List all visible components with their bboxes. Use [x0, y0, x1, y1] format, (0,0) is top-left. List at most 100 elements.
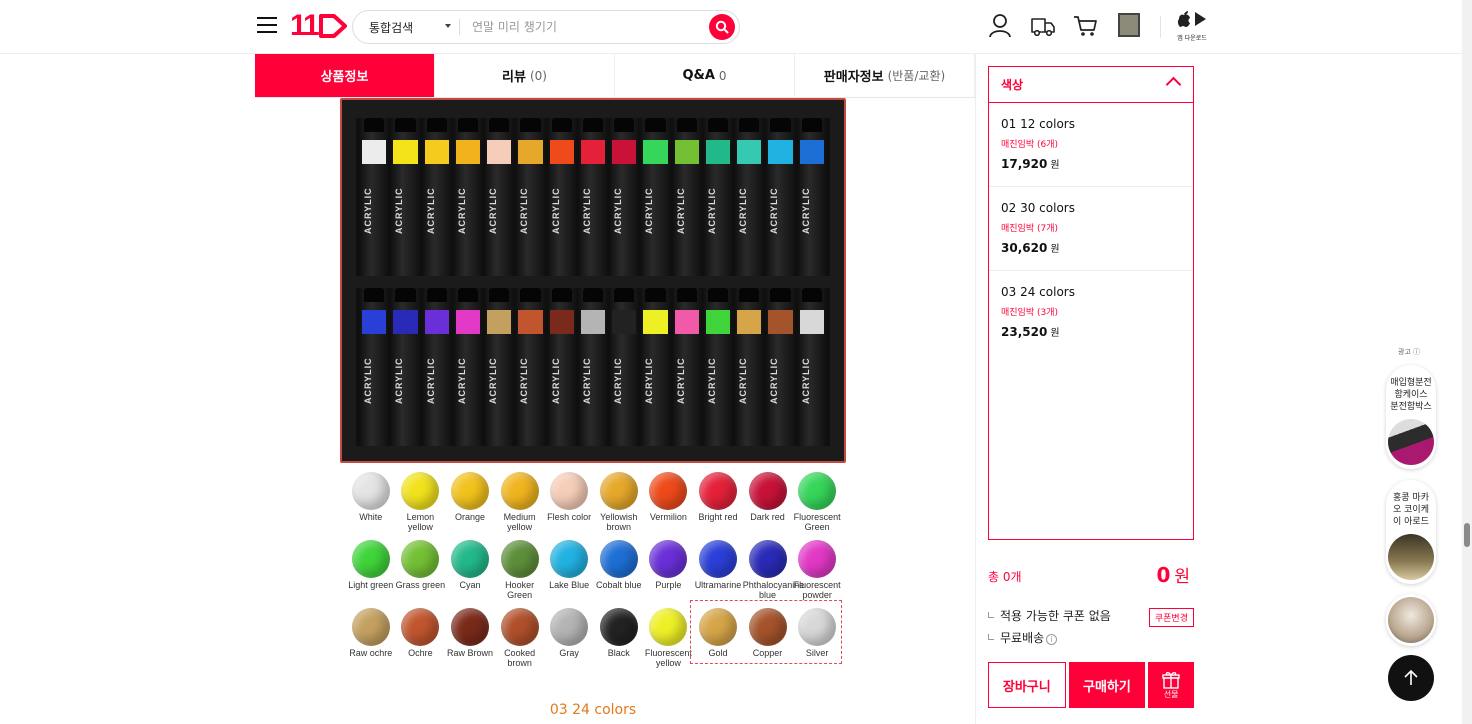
- cart-icon[interactable]: [1073, 13, 1099, 39]
- paint-tube: ACRYLIC: [766, 288, 795, 446]
- tab-review[interactable]: 리뷰 (0): [435, 54, 615, 97]
- option-stock: 매진임박 (3개): [1001, 308, 1059, 318]
- tube-cap: [364, 118, 385, 132]
- paint-tube: ACRYLIC: [391, 118, 420, 276]
- tube-color-band: [580, 310, 606, 334]
- tube-label: ACRYLIC: [488, 357, 499, 405]
- tube-color-band: [518, 310, 543, 334]
- color-swatch: Lake Blue: [544, 538, 594, 602]
- swatch-name: Gray: [559, 648, 579, 658]
- tube-color-band: [674, 140, 699, 164]
- tube-cap: [676, 288, 697, 302]
- paint-tube: ACRYLIC: [735, 288, 764, 446]
- tube-color-band: [643, 140, 668, 164]
- paint-tube: ACRYLIC: [672, 288, 701, 446]
- total-count: 총 0개: [988, 570, 1022, 584]
- swatch-name: Cooked brown: [504, 648, 536, 668]
- menu-icon[interactable]: [257, 17, 277, 35]
- search-category-select[interactable]: 통합검색: [353, 19, 459, 36]
- search-button[interactable]: [709, 14, 735, 40]
- tube-label: ACRYLIC: [425, 357, 436, 405]
- site-logo[interactable]: 11: [290, 9, 348, 42]
- tab-product-info[interactable]: 상품정보: [255, 54, 435, 97]
- add-to-cart-button[interactable]: 장바구니: [988, 662, 1066, 708]
- color-swatch: White: [346, 470, 396, 534]
- tube-color-band: [518, 140, 543, 164]
- buy-now-button[interactable]: 구매하기: [1068, 662, 1146, 708]
- gift-button[interactable]: 선물: [1148, 662, 1194, 708]
- paint-tube: ACRYLIC: [391, 288, 420, 446]
- option-stock: 매진임박 (7개): [1001, 224, 1059, 234]
- paint-tube: ACRYLIC: [422, 118, 451, 276]
- tube-color-band: [705, 310, 731, 334]
- ad-card-image: [1388, 419, 1434, 465]
- swatch-blob: [798, 540, 837, 578]
- tube-color-band: [393, 140, 418, 164]
- option-header[interactable]: 색상: [989, 67, 1193, 103]
- tube-color-band: [643, 310, 668, 334]
- color-swatch: Cyan: [445, 538, 495, 602]
- swatch-name: Light green: [348, 580, 394, 590]
- swatch-blob: [450, 608, 489, 646]
- color-swatch: Phthalocyanine blue: [743, 538, 804, 602]
- tube-label: ACRYLIC: [675, 357, 686, 405]
- swatch-name: Fluorescent yellow: [644, 648, 692, 668]
- tube-label: ACRYLIC: [394, 357, 405, 405]
- scroll-to-top-button[interactable]: [1388, 655, 1434, 701]
- scrollbar-thumb[interactable]: [1464, 523, 1470, 547]
- paint-tube: ACRYLIC: [453, 118, 483, 276]
- tube-color-band: [455, 140, 481, 164]
- recent-product-thumbnail[interactable]: [1118, 13, 1140, 37]
- color-swatch: Light green: [346, 538, 396, 602]
- swatch-blob: [450, 540, 489, 578]
- tab-seller-info[interactable]: 판매자정보 (반품/교환): [795, 54, 975, 97]
- option-item[interactable]: 03 24 colors 매진임박 (3개) 23,520 원: [989, 271, 1193, 355]
- tube-label: ACRYLIC: [519, 187, 530, 235]
- tube-color-band: [549, 310, 574, 334]
- option-stock: 매진임박 (6개): [1001, 140, 1059, 150]
- color-swatch: Cobalt blue: [594, 538, 644, 602]
- ad-card[interactable]: [1386, 594, 1436, 646]
- paint-tube: ACRYLIC: [485, 118, 514, 276]
- paint-tube: ACRYLIC: [641, 288, 670, 446]
- option-item[interactable]: 02 30 colors 매진임박 (7개) 30,620 원: [989, 187, 1193, 271]
- app-download-link[interactable]: 앱 다운로드: [1172, 10, 1212, 42]
- tube-color-band: [362, 310, 387, 334]
- page-scrollbar[interactable]: [1462, 0, 1472, 724]
- tube-cap: [614, 288, 635, 302]
- swatch-blob: [500, 540, 539, 578]
- coupon-change-button[interactable]: 쿠폰변경: [1148, 608, 1194, 627]
- swatch-name: Cobalt blue: [595, 580, 642, 590]
- swatch-blob: [351, 540, 390, 578]
- swatch-name: Grass green: [395, 580, 446, 590]
- option-item[interactable]: 01 12 colors 매진임박 (6개) 17,920 원: [989, 103, 1193, 187]
- tab-qna[interactable]: Q&A 0: [615, 54, 795, 97]
- tube-label: ACRYLIC: [613, 357, 624, 405]
- tube-cap: [551, 288, 572, 302]
- swatch-blob: [599, 540, 638, 578]
- paint-tube: ACRYLIC: [360, 288, 389, 446]
- delivery-truck-icon[interactable]: [1030, 13, 1056, 39]
- swatch-blob: [649, 608, 688, 646]
- paint-tube: ACRYLIC: [610, 118, 639, 276]
- tube-color-band: [362, 140, 387, 164]
- search-input[interactable]: [460, 20, 709, 34]
- paint-box: ACRYLIC ACRYLIC ACRYLIC ACRYLIC ACRYLIC ACRYL…: [340, 98, 846, 463]
- paint-tube: ACRYLIC: [360, 118, 389, 276]
- tube-color-band: [612, 310, 637, 334]
- tube-cap: [801, 118, 822, 132]
- ad-card[interactable]: 매입형분전 함케이스 분전함박스: [1386, 365, 1436, 469]
- swatch-name: Lemon yellow: [406, 512, 435, 532]
- swatch-blob: [401, 540, 440, 578]
- tube-label: ACRYLIC: [581, 187, 592, 235]
- ad-card[interactable]: 홍콩 마카 오 코이케 이 아로드: [1386, 480, 1436, 584]
- paint-tube: ACRYLIC: [797, 288, 826, 446]
- tube-label: ACRYLIC: [706, 357, 717, 405]
- tube-color-band: [487, 140, 512, 164]
- tube-label: ACRYLIC: [738, 357, 749, 405]
- paint-tube: ACRYLIC: [516, 118, 545, 276]
- swatch-blob: [351, 608, 390, 646]
- info-icon[interactable]: i: [1046, 634, 1058, 645]
- user-icon[interactable]: [988, 13, 1012, 39]
- color-swatch: Vermilion: [644, 470, 694, 534]
